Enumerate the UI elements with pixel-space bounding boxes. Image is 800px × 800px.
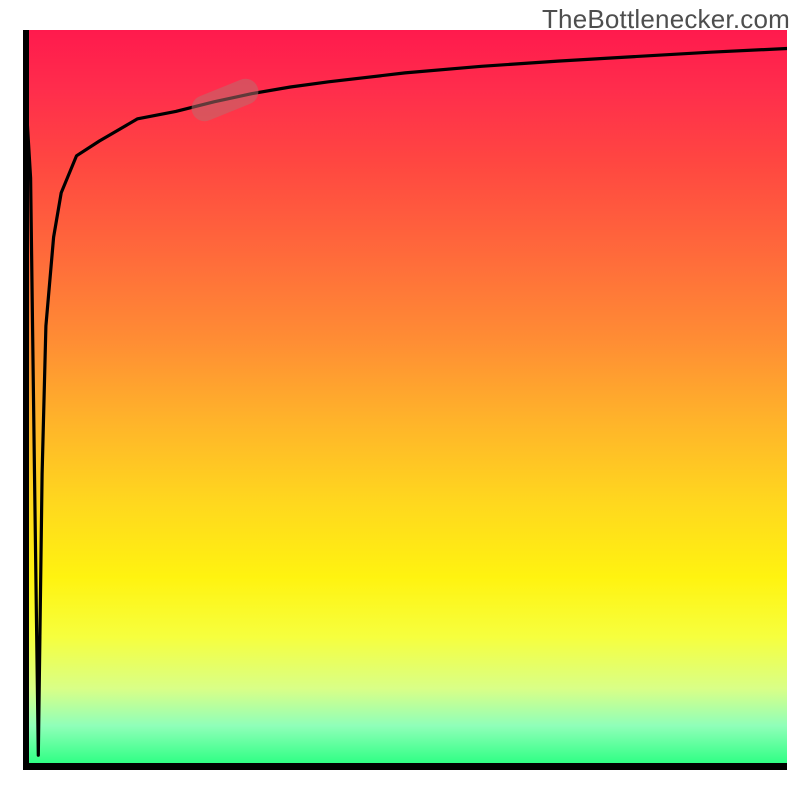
background-heatmap <box>23 30 787 770</box>
plot-area <box>23 30 787 770</box>
watermark-text: TheBottlenecker.com <box>542 4 790 35</box>
chart-stage: TheBottlenecker.com <box>0 0 800 800</box>
